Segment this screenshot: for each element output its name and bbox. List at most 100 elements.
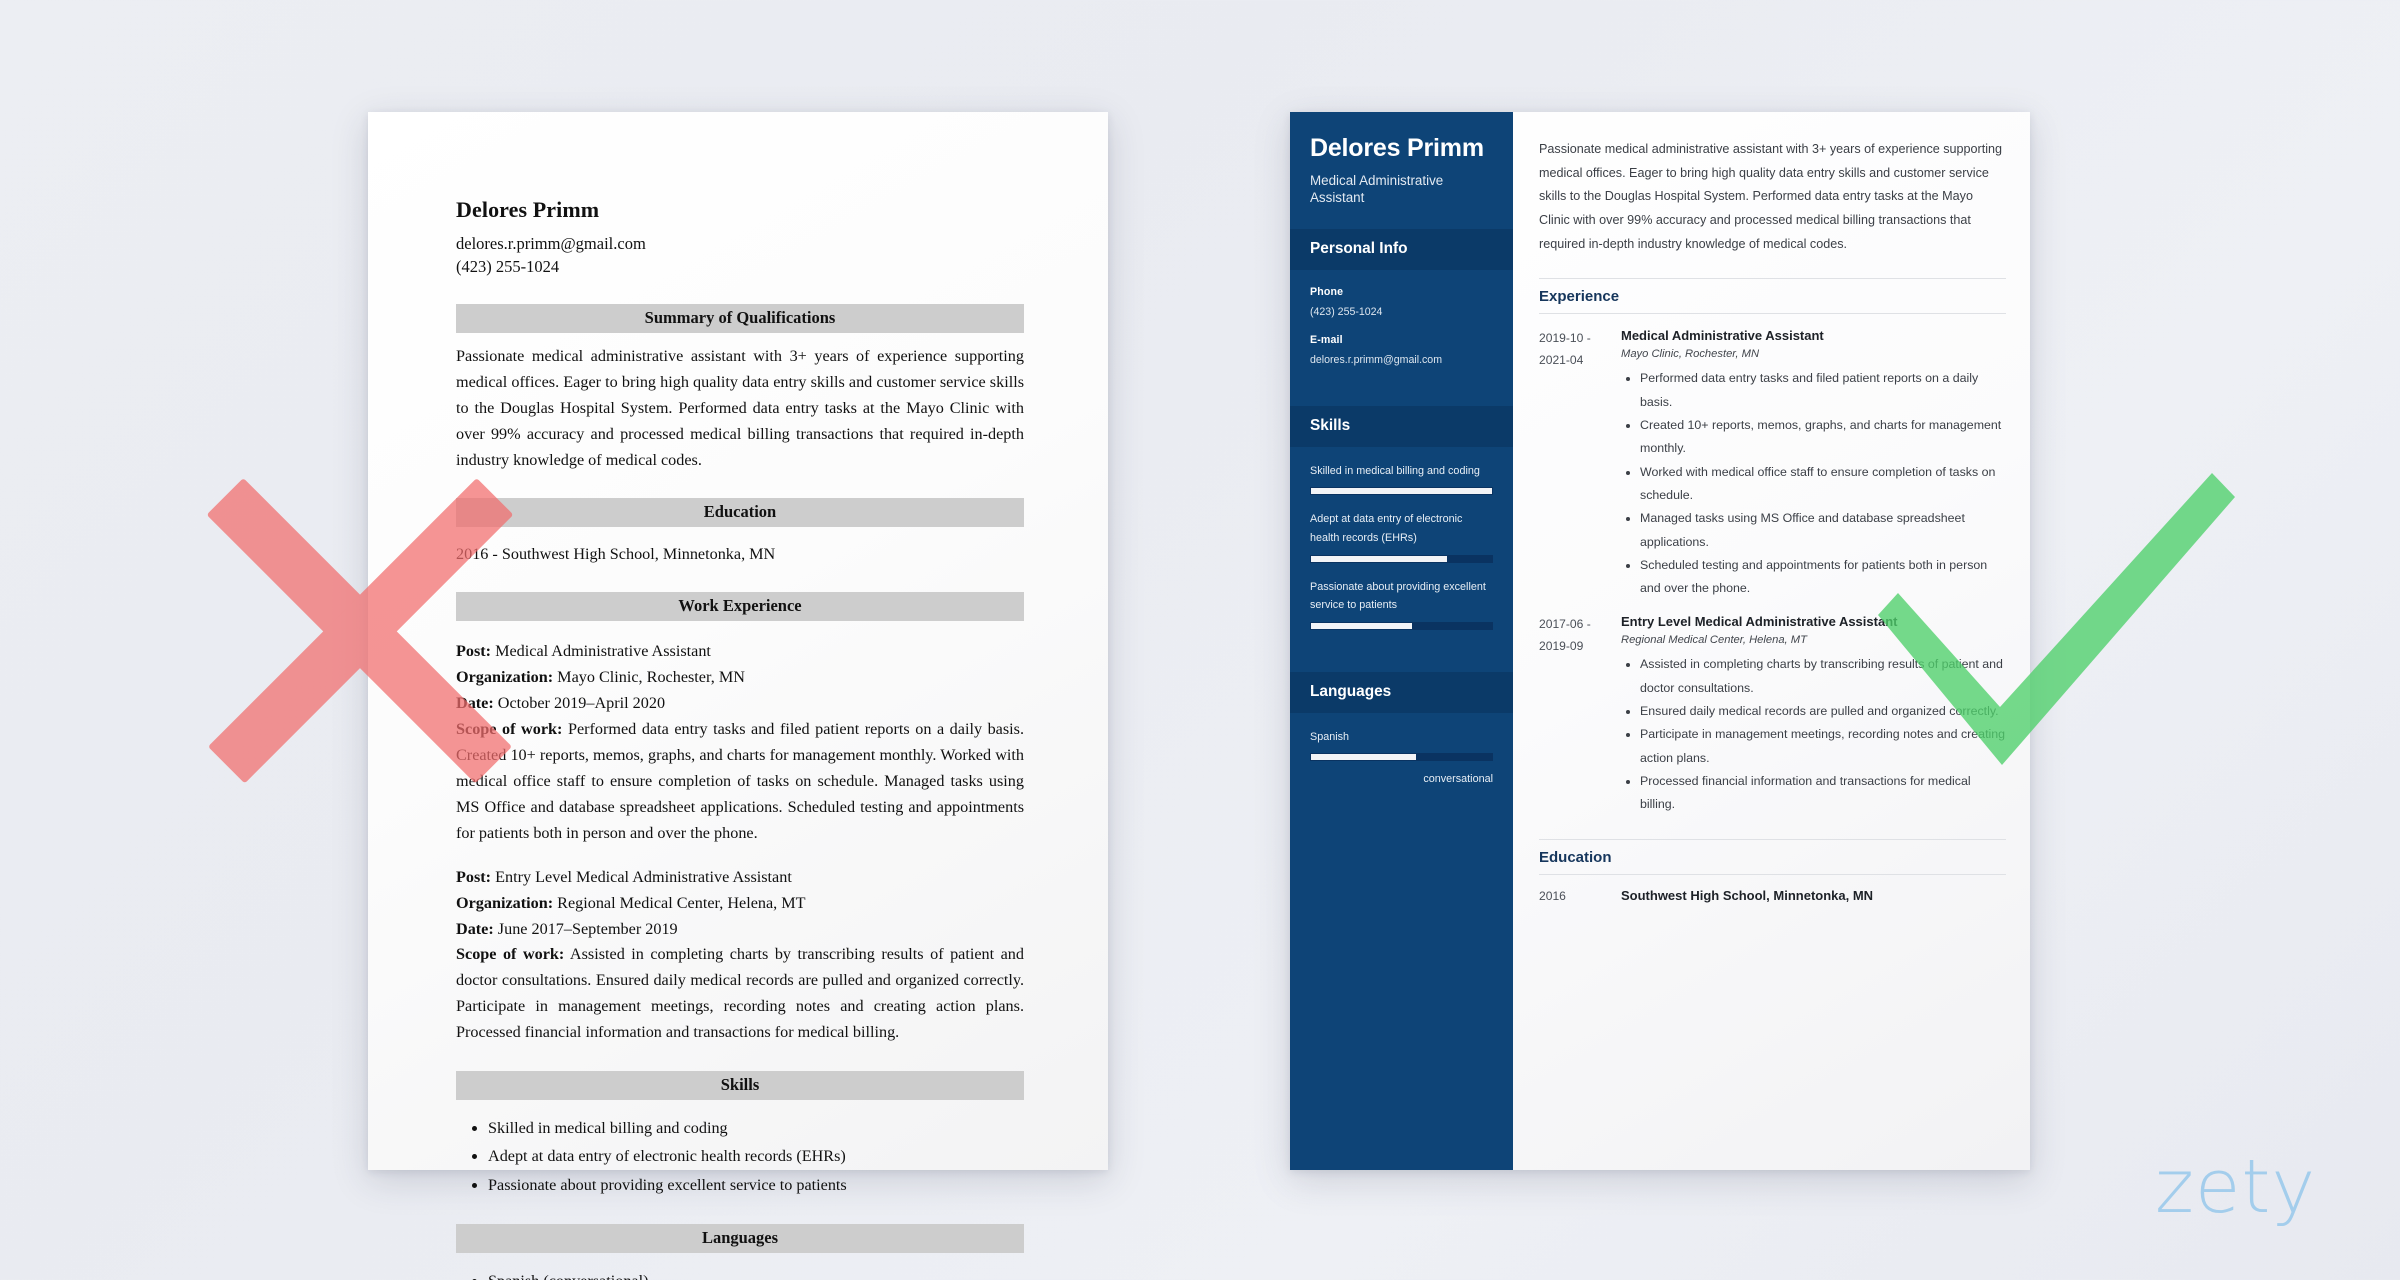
skill-level-bar <box>1310 487 1493 496</box>
experience-role: Entry Level Medical Administrative Assis… <box>1621 614 1898 630</box>
list-item: Performed data entry tasks and filed pat… <box>1640 367 2006 414</box>
sidebar-header-skills: Skills <box>1290 405 1513 447</box>
language-proficiency-note: conversational <box>1423 773 1493 786</box>
bad-job-post: Post: Medical Administrative Assistant <box>456 639 1024 665</box>
bad-label-post: Post: <box>456 867 492 886</box>
bad-resume-name: Delores Primm <box>456 197 600 222</box>
bad-resume-email: delores.r.primm@gmail.com <box>456 234 646 253</box>
good-resume-page: Delores Primm Medical Administrative Ass… <box>1290 112 2030 1170</box>
experience-organization: Regional Medical Center, Helena, MT <box>1621 634 1807 647</box>
good-summary-text: Passionate medical administrative assist… <box>1539 142 2003 251</box>
skill-label: Skilled in medical billing and coding <box>1310 464 1480 477</box>
list-item: Skilled in medical billing and coding <box>488 1114 1024 1142</box>
bad-job-org: Organization: Mayo Clinic, Rochester, MN <box>456 665 1024 691</box>
good-section-header-experience: Experience <box>1539 278 2006 315</box>
sidebar-personal-info-body: Phone (423) 255-1024 E-mail delores.r.pr… <box>1290 286 1513 384</box>
experience-dates: 2019-10 - 2021-04 <box>1539 328 1621 600</box>
bad-job-date: Date: June 2017–September 2019 <box>456 917 1024 943</box>
list-item: Participate in management meetings, reco… <box>1640 723 2006 770</box>
email-label: E-mail <box>1310 333 1343 346</box>
good-resume-name: Delores Primm <box>1310 134 1484 162</box>
good-resume-sidebar: Delores Primm Medical Administrative Ass… <box>1290 112 1513 1170</box>
bad-job-org: Organization: Regional Medical Center, H… <box>456 891 1024 917</box>
skill-level-bar <box>1310 621 1493 630</box>
experience-entry: 2019-10 - 2021-04 Medical Administrative… <box>1539 328 2006 600</box>
zety-logo: zety <box>2155 1144 2317 1230</box>
language-label: Spanish <box>1310 730 1350 743</box>
experience-entry: 2017-06 - 2019-09 Entry Level Medical Ad… <box>1539 614 2006 816</box>
bad-job-date-value: October 2019–April 2020 <box>497 694 666 713</box>
experience-dates: 2017-06 - 2019-09 <box>1539 614 1621 816</box>
list-item: Ensured daily medical records are pulled… <box>1640 700 2006 723</box>
bad-languages-list: Spanish (conversational) <box>456 1267 1024 1280</box>
sidebar-languages-body: Spanish conversational <box>1290 728 1513 786</box>
section-title: Education <box>1539 848 1612 866</box>
bad-resume-phone: (423) 255-1024 <box>456 257 560 277</box>
experience-details: Entry Level Medical Administrative Assis… <box>1621 614 2006 816</box>
list-item: Worked with medical office staff to ensu… <box>1640 461 2006 508</box>
date-end: 2021-04 <box>1539 352 1584 367</box>
phone-value: (423) 255-1024 <box>1310 305 1383 318</box>
education-year: 2016 <box>1539 888 1566 903</box>
bad-job-scope-value: Performed data entry tasks and filed pat… <box>456 720 1024 842</box>
date-start: 2019-10 - <box>1539 331 1591 346</box>
date-start: 2017-06 - <box>1539 617 1591 632</box>
list-item: Scheduled testing and appointments for p… <box>1640 554 2006 601</box>
bad-section-header-work: Work Experience <box>456 592 1024 622</box>
bad-job-org-value: Regional Medical Center, Helena, MT <box>557 893 806 912</box>
skill-level-bar <box>1310 554 1493 563</box>
bad-section-header-skills: Skills <box>456 1071 1024 1101</box>
bad-job-scope: Scope of work: Performed data entry task… <box>456 717 1024 847</box>
experience-bullets: Assisted in completing charts by transcr… <box>1621 653 2006 816</box>
skill-level-fill <box>1311 622 1413 629</box>
good-section-header-education: Education <box>1539 838 2006 875</box>
bad-resume-content: Delores Primm delores.r.primm@gmail.com … <box>456 197 1024 1280</box>
sidebar-skills-body: Skilled in medical billing and coding Ad… <box>1290 462 1513 650</box>
bad-label-scope: Scope of work: <box>456 720 563 739</box>
bad-job-org-value: Mayo Clinic, Rochester, MN <box>557 668 745 687</box>
experience-details: Medical Administrative Assistant Mayo Cl… <box>1621 328 2006 600</box>
bad-resume-page: Delores Primm delores.r.primm@gmail.com … <box>368 112 1108 1280</box>
good-resume-main: Passionate medical administrative assist… <box>1513 112 2030 1170</box>
bad-label-organization: Organization: <box>456 893 554 912</box>
education-school: Southwest High School, Minnetonka, MN <box>1621 887 1874 903</box>
sidebar-header-languages: Languages <box>1290 671 1513 713</box>
bad-job-entry: Post: Medical Administrative Assistant O… <box>456 639 1024 846</box>
skill-label: Adept at data entry of electronic health… <box>1310 513 1463 544</box>
bad-section-header-education: Education <box>456 498 1024 528</box>
bad-section-header-summary: Summary of Qualifications <box>456 303 1024 333</box>
bad-label-date: Date: <box>456 694 494 713</box>
experience-organization: Mayo Clinic, Rochester, MN <box>1621 348 1760 361</box>
bad-job-post-value: Entry Level Medical Administrative Assis… <box>495 867 792 886</box>
list-item: Passionate about providing excellent ser… <box>488 1171 1024 1199</box>
date-end: 2019-09 <box>1539 638 1584 653</box>
skill-label: Passionate about providing excellent ser… <box>1310 580 1486 612</box>
bad-skills-list: Skilled in medical billing and coding Ad… <box>456 1114 1024 1199</box>
section-title: Experience <box>1539 288 1620 306</box>
list-item: Created 10+ reports, memos, graphs, and … <box>1640 414 2006 461</box>
education-details: Southwest High School, Minnetonka, MN <box>1621 888 2006 905</box>
email-value: delores.r.primm@gmail.com <box>1310 353 1443 366</box>
skill-level-fill <box>1311 555 1447 562</box>
list-item: Managed tasks using MS Office and databa… <box>1640 507 2006 554</box>
skill-level-fill <box>1311 488 1492 495</box>
bad-education-line: 2016 - Southwest High School, Minnetonka… <box>456 545 776 564</box>
language-level-bar <box>1310 753 1493 762</box>
education-entry: 2016 Southwest High School, Minnetonka, … <box>1539 888 2006 905</box>
bad-job-post: Post: Entry Level Medical Administrative… <box>456 865 1024 891</box>
bad-job-date-value: June 2017–September 2019 <box>497 919 678 938</box>
bad-job-scope: Scope of work: Assisted in completing ch… <box>456 942 1024 1046</box>
bad-label-scope: Scope of work: <box>456 945 565 964</box>
bad-job-post-value: Medical Administrative Assistant <box>495 642 711 661</box>
experience-role: Medical Administrative Assistant <box>1621 328 1824 344</box>
bad-job-entry: Post: Entry Level Medical Administrative… <box>456 865 1024 1046</box>
language-level-fill <box>1311 754 1416 761</box>
experience-bullets: Performed data entry tasks and filed pat… <box>1621 367 2006 600</box>
good-resume-job-title: Medical Administrative Assistant <box>1310 173 1444 206</box>
list-item: Adept at data entry of electronic health… <box>488 1142 1024 1170</box>
bad-label-post: Post: <box>456 642 492 661</box>
phone-label: Phone <box>1310 285 1344 298</box>
bad-job-date: Date: October 2019–April 2020 <box>456 691 1024 717</box>
list-item: Processed financial information and tran… <box>1640 770 2006 817</box>
bad-summary-text: Passionate medical administrative assist… <box>456 346 1024 470</box>
